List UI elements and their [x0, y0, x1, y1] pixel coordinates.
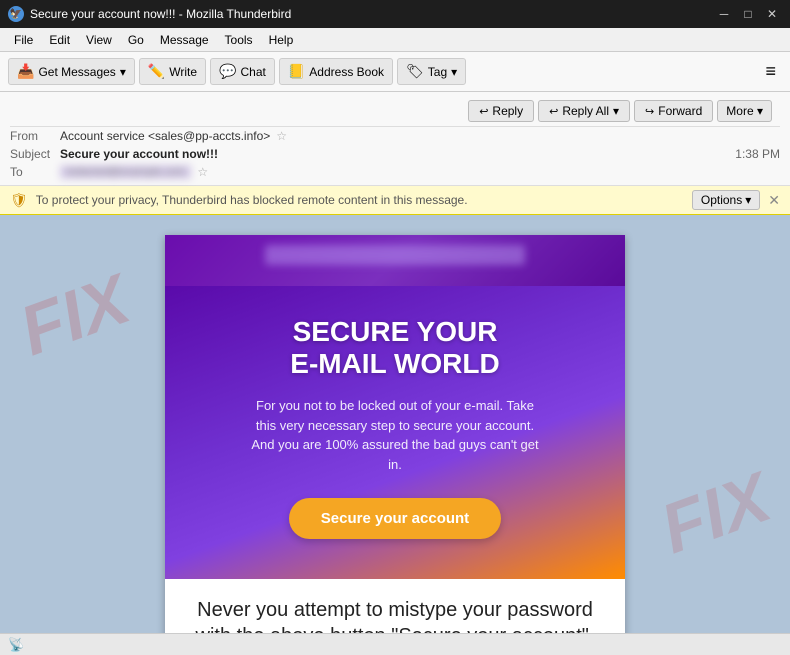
menu-message[interactable]: Message — [152, 31, 217, 49]
subject-value: Secure your account now!!! — [60, 147, 218, 161]
forward-icon: ↪ — [645, 105, 654, 118]
to-value: redacted@example.com — [60, 165, 191, 179]
privacy-close-button[interactable]: ✕ — [768, 192, 780, 209]
window-title: Secure your account now!!! - Mozilla Thu… — [30, 7, 291, 21]
close-button[interactable]: ✕ — [762, 4, 782, 24]
get-messages-button[interactable]: 📥 Get Messages ▾ — [8, 58, 135, 85]
forward-button[interactable]: ↪ Forward — [634, 100, 713, 122]
reply-all-icon: ↩ — [549, 105, 558, 118]
dropdown-arrow-icon: ▾ — [120, 65, 126, 79]
address-book-button[interactable]: 📒 Address Book — [279, 58, 393, 85]
reply-all-dropdown-icon: ▾ — [613, 104, 619, 118]
body-main-text: Never you attempt to mistype your passwo… — [195, 597, 595, 633]
privacy-warning-text: To protect your privacy, Thunderbird has… — [36, 193, 684, 207]
app-icon: 🦅 — [8, 6, 24, 22]
watermark-right: FIX — [651, 457, 781, 569]
more-button[interactable]: More ▾ — [717, 100, 772, 122]
maximize-button[interactable]: □ — [738, 4, 758, 24]
subject-label: Subject — [10, 147, 60, 161]
status-bar: 📡 — [0, 633, 790, 655]
get-messages-icon: 📥 — [17, 63, 34, 80]
email-header: ↩ Reply ↩ Reply All ▾ ↪ Forward More ▾ F… — [0, 92, 790, 186]
reply-toolbar: ↩ Reply ↩ Reply All ▾ ↪ Forward More ▾ — [10, 96, 780, 127]
tag-button[interactable]: 🏷 Tag ▾ — [397, 58, 466, 85]
email-card: SECURE YOURE-MAIL WORLD For you not to b… — [165, 235, 625, 633]
title-bar: 🦅 Secure your account now!!! - Mozilla T… — [0, 0, 790, 28]
minimize-button[interactable]: ─ — [714, 4, 734, 24]
address-book-icon: 📒 — [288, 63, 305, 80]
tag-dropdown-icon: ▾ — [451, 65, 457, 79]
to-row: To redacted@example.com ☆ — [10, 163, 780, 181]
tag-icon: 🏷 — [406, 63, 424, 80]
from-value: Account service <sales@pp-accts.info> — [60, 129, 270, 143]
hamburger-menu-button[interactable]: ≡ — [759, 59, 782, 84]
secure-account-button[interactable]: Secure your account — [289, 498, 501, 539]
menu-tools[interactable]: Tools — [217, 31, 261, 49]
menu-edit[interactable]: Edit — [41, 31, 78, 49]
more-dropdown-icon: ▾ — [757, 104, 763, 118]
menu-view[interactable]: View — [78, 31, 120, 49]
window-controls: ─ □ ✕ — [714, 4, 782, 24]
menu-help[interactable]: Help — [261, 31, 302, 49]
email-hero-section: SECURE YOURE-MAIL WORLD For you not to b… — [165, 286, 625, 579]
email-time: 1:38 PM — [735, 147, 780, 161]
toolbar: 📥 Get Messages ▾ ✏️ Write 💬 Chat 📒 Addre… — [0, 52, 790, 92]
from-label: From — [10, 129, 60, 143]
header-blur-text — [265, 245, 525, 265]
menu-bar: File Edit View Go Message Tools Help — [0, 28, 790, 52]
star-icon[interactable]: ☆ — [276, 129, 287, 143]
to-star-icon[interactable]: ☆ — [197, 165, 208, 179]
chat-button[interactable]: 💬 Chat — [210, 58, 275, 85]
to-label: To — [10, 165, 60, 179]
write-button[interactable]: ✏️ Write — [139, 58, 206, 85]
from-row: From Account service <sales@pp-accts.inf… — [10, 127, 780, 145]
reply-icon: ↩ — [479, 105, 488, 118]
hero-subtitle: For you not to be locked out of your e-m… — [245, 396, 545, 474]
watermark-left: FIX — [10, 259, 140, 371]
privacy-warning-bar: 🛡 To protect your privacy, Thunderbird h… — [0, 186, 790, 215]
status-icon: 📡 — [8, 637, 24, 653]
menu-go[interactable]: Go — [120, 31, 152, 49]
email-card-header — [165, 235, 625, 286]
email-content-area: FIX FIX SECURE YOURE-MAIL WORLD For you … — [0, 215, 790, 633]
email-card-body: Never you attempt to mistype your passwo… — [165, 579, 625, 633]
subject-row: Subject Secure your account now!!! 1:38 … — [10, 145, 780, 163]
reply-button[interactable]: ↩ Reply — [468, 100, 534, 122]
write-icon: ✏️ — [148, 63, 165, 80]
chat-icon: 💬 — [219, 63, 236, 80]
reply-all-button[interactable]: ↩ Reply All ▾ — [538, 100, 630, 122]
menu-file[interactable]: File — [6, 31, 41, 49]
privacy-options-button[interactable]: Options ▾ — [692, 190, 760, 210]
hero-title: SECURE YOURE-MAIL WORLD — [195, 316, 595, 380]
options-dropdown-icon: ▾ — [745, 193, 751, 207]
privacy-warning-icon: 🛡 — [10, 192, 28, 209]
